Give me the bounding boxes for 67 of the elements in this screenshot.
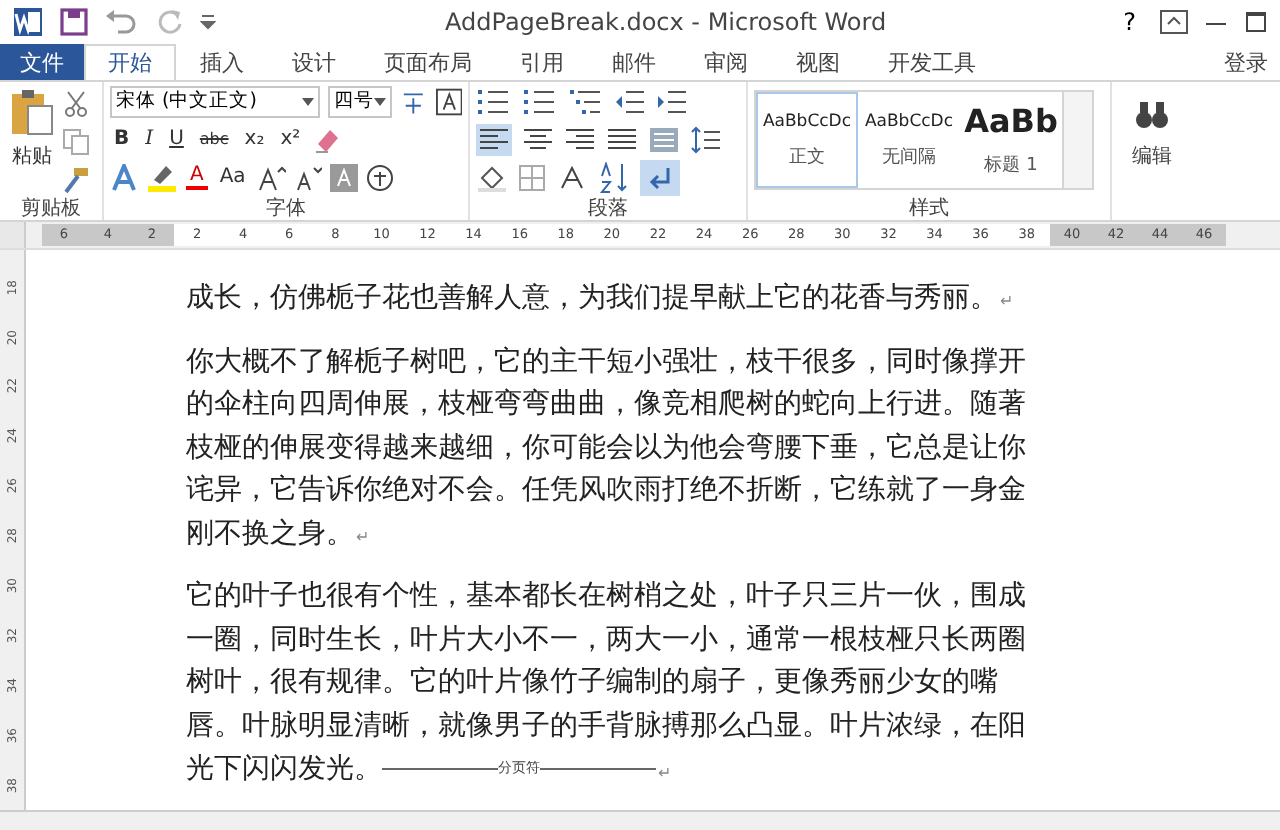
editing-button[interactable]: 编辑 <box>1118 86 1186 170</box>
align-right-icon[interactable] <box>564 125 596 153</box>
subscript-button[interactable]: x₂ <box>240 128 269 150</box>
grow-font-icon[interactable] <box>257 163 286 191</box>
ribbon-tab[interactable]: 开始 <box>84 44 176 80</box>
window-title: AddPageBreak.docx - Microsoft Word <box>443 8 889 36</box>
text-direction-icon[interactable] <box>556 163 588 191</box>
ribbon-tab[interactable]: 页面布局 <box>360 44 496 80</box>
highlighter-icon[interactable] <box>146 161 178 193</box>
sort-icon[interactable] <box>598 161 630 193</box>
file-tab[interactable]: 文件 <box>0 44 84 80</box>
paragraph: 成长，仿佛栀子花也善解人意，为我们提早献上它的花香与秀丽。↵ <box>186 280 1016 318</box>
ribbon-tab[interactable]: 引用 <box>496 44 588 80</box>
ribbon-display-icon[interactable] <box>1160 10 1188 34</box>
group-label: 段落 <box>588 198 628 220</box>
group-label: 样式 <box>909 198 949 220</box>
increase-indent-icon[interactable] <box>656 87 688 115</box>
ribbon-tab[interactable]: 设计 <box>268 44 360 80</box>
font-color-button[interactable]: A <box>186 164 208 190</box>
show-marks-icon[interactable] <box>640 159 680 195</box>
cut-icon[interactable] <box>62 90 90 118</box>
ribbon-tab[interactable]: 插入 <box>176 44 268 80</box>
customize-icon[interactable] <box>200 14 216 30</box>
align-left-icon[interactable] <box>476 123 512 155</box>
strikethrough-button[interactable]: abc <box>195 130 233 148</box>
phonetic-guide-icon[interactable] <box>400 87 428 115</box>
eraser-icon[interactable] <box>312 125 341 153</box>
numbering-icon[interactable] <box>522 87 558 115</box>
bullets-icon[interactable] <box>476 87 512 115</box>
character-border-icon[interactable] <box>435 87 462 115</box>
shading-icon[interactable] <box>476 163 508 191</box>
font-family-dropdown[interactable]: 宋体 (中文正文) <box>110 85 320 117</box>
font-size-dropdown[interactable]: 四号 <box>327 85 393 117</box>
italic-button[interactable]: I <box>141 128 158 150</box>
underline-button[interactable]: U <box>165 128 188 150</box>
bold-button[interactable]: B <box>110 128 134 150</box>
align-center-icon[interactable] <box>522 125 554 153</box>
ribbon-tab[interactable]: 视图 <box>772 44 864 80</box>
paragraph: 你大概不了解栀子树吧，它的主干短小强壮，枝干很多，同时像撑开 的伞柱向四周伸展，枝桠弯弯曲曲，像竞相爬树的蛇向上行进。随著 枝桠的伸展变得越来越细，你可能会以为他会弯腰下垂，它总是让你 诧异，它告诉你绝对不会。任凭风吹雨打绝不折断，它练就了一身金 刚不换之身。↵ <box>186 343 1028 553</box>
save-icon[interactable] <box>60 8 88 36</box>
binoculars-icon <box>1134 98 1170 130</box>
ribbon-tab[interactable]: 开发工具 <box>864 44 1000 80</box>
multilevel-list-icon[interactable] <box>568 87 604 115</box>
caret-icon <box>374 97 387 105</box>
undo-icon[interactable] <box>104 8 140 36</box>
group-label: 字体 <box>266 198 306 220</box>
ribbon-tab[interactable]: 审阅 <box>680 44 772 80</box>
clipboard-icon <box>6 86 58 138</box>
maximize-icon[interactable] <box>1244 10 1268 34</box>
word-logo-icon[interactable] <box>12 6 44 38</box>
line-spacing-icon[interactable] <box>690 125 722 153</box>
format-painter-icon[interactable] <box>62 166 90 194</box>
paste-button[interactable]: 粘贴 <box>6 86 58 194</box>
enclosed-character-icon[interactable] <box>365 163 394 191</box>
change-case-button[interactable]: Aa <box>215 166 250 188</box>
ribbon-tab[interactable]: 邮件 <box>588 44 680 80</box>
gallery-scrollbar[interactable] <box>1062 92 1092 188</box>
superscript-button[interactable]: x² <box>276 128 305 150</box>
text-effects-icon[interactable] <box>110 163 138 191</box>
sign-in-link[interactable]: 登录 <box>1212 44 1280 80</box>
group-label: 剪贴板 <box>21 198 81 220</box>
shrink-font-icon[interactable] <box>293 163 322 191</box>
justify-icon[interactable] <box>606 125 638 153</box>
help-button[interactable]: ? <box>1115 8 1144 36</box>
caret-icon <box>301 97 314 105</box>
decrease-indent-icon[interactable] <box>614 87 646 115</box>
style-item[interactable]: AaBbCcDc 正文 <box>756 92 858 188</box>
